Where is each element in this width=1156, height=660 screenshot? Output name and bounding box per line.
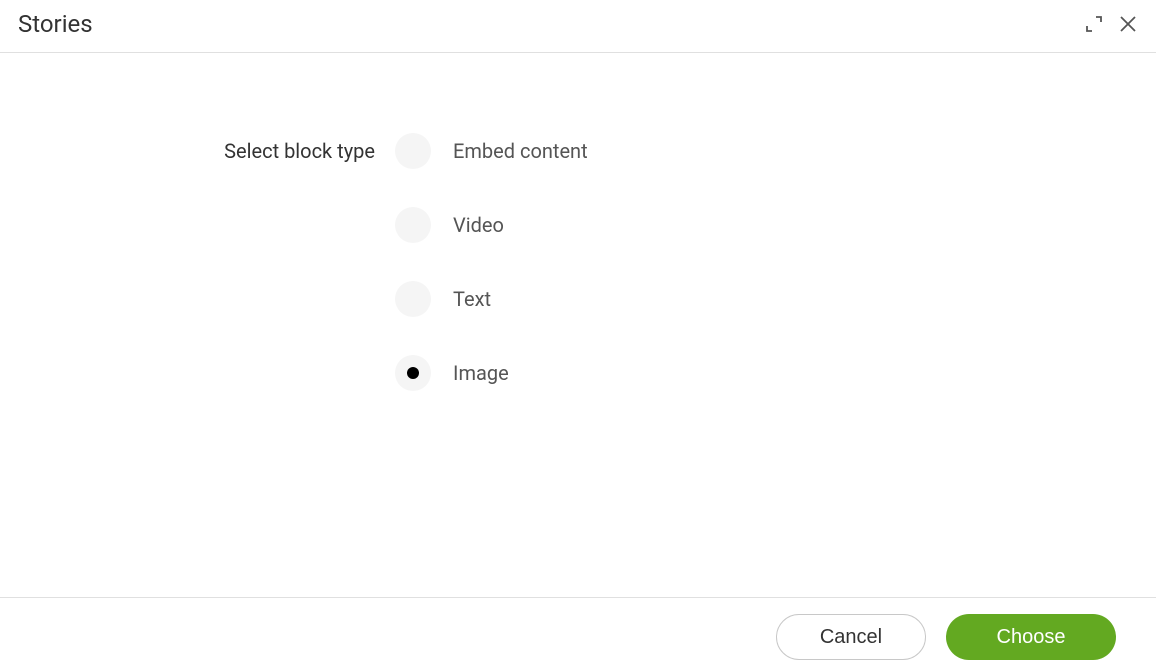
radio-option-image[interactable]: Image [395,355,588,391]
radio-option-embed-content[interactable]: Embed content [395,133,588,169]
radio-label: Image [453,361,509,385]
expand-icon[interactable] [1084,14,1104,34]
radio-option-video[interactable]: Video [395,207,588,243]
dialog-body: Select block type Embed content Video Te… [0,53,1156,391]
cancel-button[interactable]: Cancel [776,614,926,660]
block-type-label: Select block type [0,133,395,163]
dialog-title: Stories [18,10,93,38]
radio-label: Embed content [453,139,588,163]
radio-label: Text [453,287,491,311]
block-type-radio-group: Embed content Video Text Image [395,133,588,391]
dialog-footer: Cancel Choose [0,597,1156,660]
radio-circle-icon [395,355,431,391]
radio-circle-icon [395,207,431,243]
radio-option-text[interactable]: Text [395,281,588,317]
radio-label: Video [453,213,504,237]
dialog-header: Stories [0,0,1156,53]
radio-circle-icon [395,133,431,169]
close-icon[interactable] [1118,14,1138,34]
choose-button[interactable]: Choose [946,614,1116,660]
block-type-row: Select block type Embed content Video Te… [0,133,1156,391]
radio-circle-icon [395,281,431,317]
header-actions [1084,14,1138,34]
